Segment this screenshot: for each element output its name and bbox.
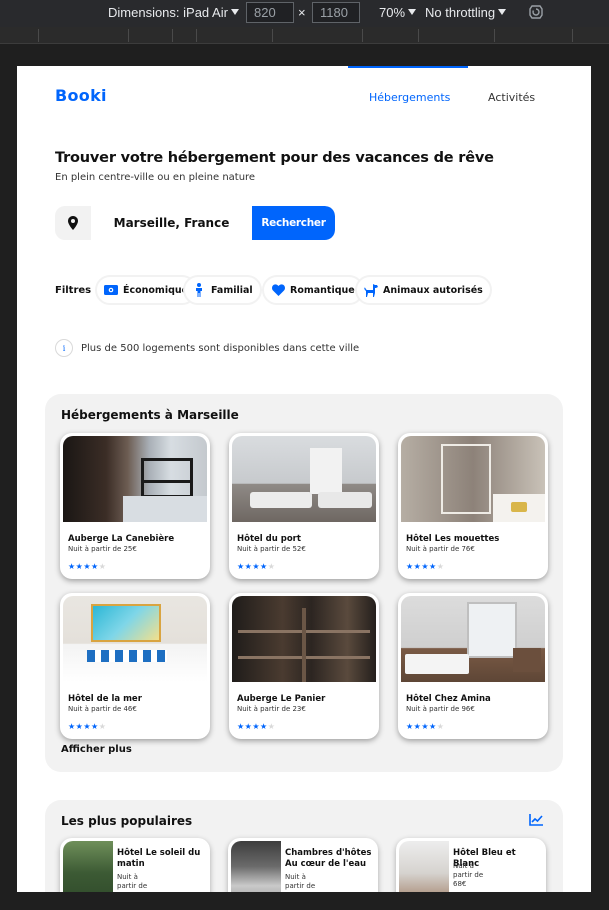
location-pin-icon <box>55 206 91 240</box>
popular-card[interactable]: Hôtel Le soleil du matin Nuit à partir d… <box>60 838 210 892</box>
hotel-price: Nuit à partir de 96€ <box>406 705 475 713</box>
filter-familial[interactable]: Familial <box>183 275 262 305</box>
times-symbol: × <box>298 5 306 20</box>
throttle-selector[interactable]: No throttling <box>425 5 507 20</box>
hotel-card[interactable]: Auberge Le Panier Nuit à partir de 23€ ★… <box>229 593 379 739</box>
filter-animaux[interactable]: Animaux autorisés <box>355 275 492 305</box>
show-more-link[interactable]: Afficher plus <box>61 744 132 755</box>
hotel-price: Nuit à partir de 52€ <box>237 545 306 553</box>
hotel-name: Hôtel Le soleil du matin <box>117 848 201 869</box>
filter-label: Familial <box>211 284 253 296</box>
hotel-price: Nuit à partir de 128€ <box>117 873 148 892</box>
width-input[interactable]: 820 <box>246 2 294 23</box>
heart-icon <box>271 283 285 297</box>
rotate-icon[interactable] <box>527 3 545 21</box>
hotel-price: Nuit à partir de 68€ <box>453 862 484 888</box>
hotel-price: Nuit à partir de 71€ <box>285 873 316 892</box>
filter-label: Animaux autorisés <box>383 284 483 296</box>
hotel-name: Hôtel du port <box>237 534 301 544</box>
hotel-card[interactable]: Hôtel Chez Amina Nuit à partir de 96€ ★★… <box>398 593 548 739</box>
hotel-photo <box>232 596 376 682</box>
hebergements-section: Hébergements à Marseille Auberge La Cane… <box>45 394 563 772</box>
hotel-photo <box>63 436 207 522</box>
hotel-price: Nuit à partir de 46€ <box>68 705 137 713</box>
info-text: Plus de 500 logements sont disponibles d… <box>81 342 360 354</box>
device-label: Dimensions: iPad Air <box>108 5 228 20</box>
hotel-photo <box>401 436 545 522</box>
popular-card[interactable]: Hôtel Bleu et Blanc Nuit à partir de 68€ <box>396 838 546 892</box>
hotel-card[interactable]: Hôtel du port Nuit à partir de 52€ ★★★★★ <box>229 433 379 579</box>
filter-romantique[interactable]: Romantique <box>262 275 364 305</box>
active-tab-indicator <box>348 66 468 68</box>
tab-activites[interactable]: Activités <box>488 91 535 104</box>
money-icon <box>104 283 118 297</box>
rating-stars: ★★★★★ <box>406 722 445 731</box>
search-button[interactable]: Rechercher <box>252 206 335 240</box>
rating-stars: ★★★★★ <box>68 562 107 571</box>
chevron-down-icon <box>408 9 417 15</box>
rating-stars: ★★★★★ <box>237 562 276 571</box>
rating-stars: ★★★★★ <box>68 722 107 731</box>
hotel-card[interactable]: Hôtel Les mouettes Nuit à partir de 76€ … <box>398 433 548 579</box>
page-title: Trouver votre hébergement pour des vacan… <box>55 150 494 166</box>
devtools-toolbar: Dimensions: iPad Air 820 × 1180 70% No t… <box>0 0 609 27</box>
hotel-name: Auberge La Canebière <box>68 534 175 544</box>
section-title: Hébergements à Marseille <box>61 408 239 422</box>
device-selector[interactable]: Dimensions: iPad Air <box>108 5 239 20</box>
dog-icon <box>364 283 378 297</box>
hotel-photo <box>399 841 449 892</box>
chart-line-icon <box>529 814 543 826</box>
popular-card[interactable]: Chambres d'hôtes Au cœur de l'eau Nuit à… <box>228 838 378 892</box>
filter-label: Romantique <box>290 284 355 296</box>
throttle-label: No throttling <box>425 5 496 20</box>
section-title: Les plus populaires <box>61 814 193 828</box>
filter-economique[interactable]: Économique <box>95 275 198 305</box>
populaires-section: Les plus populaires Hôtel Le soleil du m… <box>45 800 563 892</box>
logo[interactable]: Booki <box>55 86 107 105</box>
hotel-photo <box>63 841 113 892</box>
page-viewport: Booki Hébergements Activités Trouver vot… <box>17 66 591 892</box>
media-query-ruler <box>0 27 609 44</box>
chevron-down-icon <box>498 9 507 15</box>
page-subtitle: En plein centre-ville ou en pleine natur… <box>55 172 256 183</box>
filters-label: Filtres <box>55 285 92 296</box>
hotel-price: Nuit à partir de 25€ <box>68 545 137 553</box>
hotel-price: Nuit à partir de 23€ <box>237 705 306 713</box>
hotel-name: Hôtel Les mouettes <box>406 534 500 544</box>
hotel-name: Hôtel de la mer <box>68 694 142 704</box>
hotel-photo <box>401 596 545 682</box>
info-icon: i <box>55 339 73 357</box>
hotel-photo <box>63 596 207 682</box>
child-icon <box>192 283 206 297</box>
search-input[interactable] <box>91 206 252 240</box>
hotel-name: Chambres d'hôtes Au cœur de l'eau <box>285 848 372 869</box>
hotel-name: Auberge Le Panier <box>237 694 326 704</box>
filter-label: Économique <box>123 284 189 296</box>
hotel-card[interactable]: Auberge La Canebière Nuit à partir de 25… <box>60 433 210 579</box>
zoom-label: 70% <box>379 5 406 20</box>
zoom-selector[interactable]: 70% <box>379 5 417 20</box>
rating-stars: ★★★★★ <box>406 562 445 571</box>
hotel-name: Hôtel Chez Amina <box>406 694 491 704</box>
hotel-price: Nuit à partir de 76€ <box>406 545 475 553</box>
rating-stars: ★★★★★ <box>237 722 276 731</box>
info-banner: i Plus de 500 logements sont disponibles… <box>55 339 359 357</box>
tab-hebergements[interactable]: Hébergements <box>369 91 450 104</box>
hotel-card[interactable]: Hôtel de la mer Nuit à partir de 46€ ★★★… <box>60 593 210 739</box>
chevron-down-icon <box>230 9 239 15</box>
hotel-photo <box>231 841 281 892</box>
hotel-photo <box>232 436 376 522</box>
height-input[interactable]: 1180 <box>312 2 360 23</box>
search-bar: Rechercher <box>55 206 335 240</box>
